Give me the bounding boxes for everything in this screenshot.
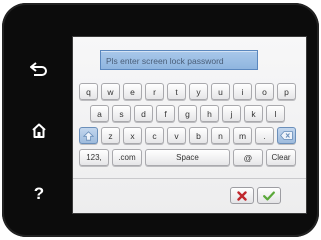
key-t[interactable]: t	[167, 83, 186, 100]
key-l[interactable]: l	[266, 105, 285, 122]
cancel-x-icon	[237, 190, 247, 201]
at-key[interactable]: @	[233, 149, 263, 166]
side-navigation: ?	[8, 13, 70, 231]
key-w[interactable]: w	[101, 83, 120, 100]
space-key[interactable]: Space	[145, 149, 230, 166]
key-j[interactable]: j	[222, 105, 241, 122]
key-p[interactable]: p	[277, 83, 296, 100]
key-d[interactable]: d	[134, 105, 153, 122]
printer-control-panel: ? q w e r t y u i o p a s d f g h j k l	[2, 3, 319, 237]
key-period[interactable]: .	[255, 127, 274, 144]
backspace-key[interactable]	[277, 127, 296, 144]
key-b[interactable]: b	[189, 127, 208, 144]
key-r[interactable]: r	[145, 83, 164, 100]
key-k[interactable]: k	[244, 105, 263, 122]
key-h[interactable]: h	[200, 105, 219, 122]
touch-screen: q w e r t y u i o p a s d f g h j k l z …	[72, 36, 307, 214]
numbers-mode-key[interactable]: 123,	[79, 149, 109, 166]
back-icon	[30, 62, 47, 76]
key-i[interactable]: i	[233, 83, 252, 100]
key-y[interactable]: y	[189, 83, 208, 100]
key-z[interactable]: z	[101, 127, 120, 144]
divider	[73, 178, 306, 179]
key-m[interactable]: m	[233, 127, 252, 144]
key-a[interactable]: a	[90, 105, 109, 122]
home-icon	[32, 123, 46, 138]
cancel-button[interactable]	[230, 187, 254, 204]
help-icon: ?	[33, 184, 45, 203]
key-s[interactable]: s	[112, 105, 131, 122]
clear-key[interactable]: Clear	[266, 149, 296, 166]
home-button[interactable]	[26, 117, 52, 143]
key-n[interactable]: n	[211, 127, 230, 144]
key-v[interactable]: v	[167, 127, 186, 144]
backspace-icon	[280, 131, 293, 140]
key-g[interactable]: g	[178, 105, 197, 122]
back-button[interactable]	[26, 56, 52, 82]
key-e[interactable]: e	[123, 83, 142, 100]
key-x[interactable]: x	[123, 127, 142, 144]
shift-key[interactable]	[79, 127, 98, 144]
key-o[interactable]: o	[255, 83, 274, 100]
password-input[interactable]	[101, 52, 257, 70]
ok-button[interactable]	[257, 187, 281, 204]
help-button[interactable]: ?	[26, 181, 52, 207]
checkmark-icon	[263, 191, 275, 200]
shift-icon	[83, 130, 94, 141]
key-c[interactable]: c	[145, 127, 164, 144]
dotcom-key[interactable]: .com	[112, 149, 142, 166]
password-input-container	[100, 50, 258, 70]
key-u[interactable]: u	[211, 83, 230, 100]
key-f[interactable]: f	[156, 105, 175, 122]
key-q[interactable]: q	[79, 83, 98, 100]
